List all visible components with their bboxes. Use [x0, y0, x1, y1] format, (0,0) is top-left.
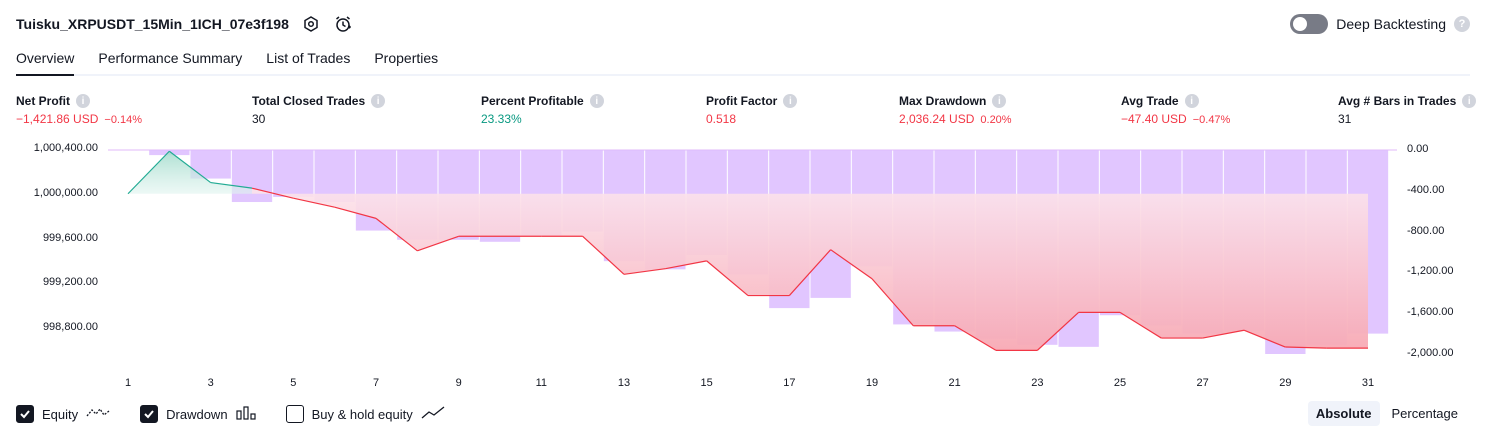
deep-backtesting-toggle[interactable] [1290, 14, 1329, 34]
help-icon[interactable]: ? [1454, 16, 1470, 32]
x-axis-tick: 31 [1361, 377, 1375, 389]
x-axis-tick: 21 [948, 377, 961, 389]
buy-hold-checkbox[interactable] [285, 405, 304, 423]
drawdown-axis-tick: -400.00 [1407, 183, 1445, 196]
legend-buy-hold[interactable]: Buy & hold equity [285, 405, 445, 423]
x-axis-tick: 25 [1113, 377, 1127, 389]
x-axis-tick: 11 [535, 377, 548, 389]
drawdown-bar [231, 150, 273, 203]
info-icon[interactable]: i [589, 94, 604, 108]
x-axis-tick: 17 [783, 377, 796, 389]
stat-label: Max Drawdown [899, 94, 987, 108]
equity-checkbox[interactable] [16, 405, 34, 423]
stat-value: 2,036.24 USD [899, 112, 975, 126]
equity-drawdown-chart [108, 149, 1397, 354]
legend-label: Drawdown [166, 406, 228, 422]
stat-max-drawdown: Max Drawdown i 2,036.24 USD 0.20% [899, 92, 1012, 126]
drawdown-axis-tick: -1,600.00 [1407, 306, 1454, 319]
equity-axis-tick: 999,600.00 [42, 231, 98, 244]
legend-equity[interactable]: Equity [16, 405, 110, 423]
x-axis-tick: 5 [290, 377, 297, 389]
stat-value: −47.40 USD [1121, 112, 1187, 126]
x-axis-tick: 3 [207, 377, 214, 389]
stat-label: Avg Trade [1121, 94, 1179, 108]
drawdown-bars-icon [235, 405, 256, 423]
stats-row: Net Profit i −1,421.86 USD −0.14% Total Cl… [0, 92, 1486, 132]
stat-label: Avg # Bars in Trades [1338, 94, 1457, 108]
x-axis-tick: 23 [1031, 377, 1044, 389]
info-icon[interactable]: i [992, 94, 1007, 108]
equity-axis-tick: 998,800.00 [42, 321, 98, 333]
strategy-title: Tuisku_XRPUSDT_15Min_1ICH_07e3f198 [16, 16, 289, 32]
equity-loss-area [252, 188, 1368, 351]
drawdown-axis-tick: 0.00 [1407, 143, 1429, 155]
settings-icon[interactable] [301, 14, 321, 34]
legend-drawdown[interactable]: Drawdown [140, 405, 256, 423]
x-axis-tick: 9 [455, 377, 462, 389]
percentage-button[interactable]: Percentage [1384, 401, 1467, 426]
drawdown-checkbox[interactable] [140, 405, 159, 423]
stat-value: 31 [1338, 112, 1352, 126]
x-axis-tick: 15 [700, 377, 713, 389]
stat-total-closed-trades: Total Closed Trades i 30 [252, 92, 386, 126]
stat-profit-factor: Profit Factor i 0.518 [706, 92, 798, 126]
stat-label: Profit Factor [706, 94, 778, 108]
info-icon[interactable]: i [371, 94, 386, 108]
drawdown-axis-tick: -800.00 [1407, 224, 1445, 237]
drawdown-axis-tick: -2,000.00 [1407, 347, 1454, 359]
legend-label: Equity [42, 406, 79, 422]
tab-bar: Overview Performance Summary List of Tra… [16, 44, 1470, 76]
stat-value: −1,421.86 USD [16, 112, 99, 126]
stat-label: Total Closed Trades [252, 94, 366, 108]
stat-label: Net Profit [16, 94, 70, 108]
stat-label: Percent Profitable [481, 94, 584, 108]
stat-percent: −0.47% [1192, 114, 1231, 126]
info-icon[interactable]: i [76, 94, 90, 108]
alarm-clock-icon[interactable] [333, 14, 353, 34]
equity-axis-tick: 1,000,000.00 [33, 186, 98, 199]
stat-net-profit: Net Profit i −1,421.86 USD −0.14% [16, 92, 142, 126]
stat-value: 30 [252, 112, 266, 126]
x-axis-tick: 29 [1279, 377, 1292, 389]
tab-performance-summary[interactable]: Performance Summary [98, 44, 242, 76]
buy-hold-line-icon [421, 405, 445, 423]
stat-value: 23.33% [481, 112, 522, 126]
stat-percent: 0.20% [980, 114, 1012, 126]
x-axis-tick: 19 [865, 377, 879, 389]
tab-list-of-trades[interactable]: List of Trades [266, 44, 350, 76]
x-axis-tick: 27 [1196, 377, 1209, 389]
legend-label: Buy & hold equity [311, 406, 413, 422]
info-icon[interactable]: i [1184, 94, 1199, 108]
strategy-header: Tuisku_XRPUSDT_15Min_1ICH_07e3f198 [16, 12, 353, 36]
tab-overview[interactable]: Overview [16, 44, 75, 76]
drawdown-bar [273, 150, 314, 197]
stat-percent: −0.14% [104, 114, 143, 126]
stat-value: 0.518 [706, 112, 737, 126]
x-axis-tick: 13 [617, 377, 631, 389]
drawdown-axis-tick: -1,200.00 [1407, 265, 1454, 278]
x-axis-tick: 7 [372, 377, 380, 389]
absolute-button[interactable]: Absolute [1307, 401, 1380, 426]
tab-properties[interactable]: Properties [374, 44, 438, 76]
deep-backtesting: Deep Backtesting ? [1290, 13, 1470, 35]
stat-avg-bars: Avg # Bars in Trades i 31 [1338, 92, 1477, 126]
deep-backtesting-label: Deep Backtesting [1336, 16, 1446, 32]
x-axis-tick: 1 [124, 377, 132, 389]
chart-legend: Equity Drawdown Buy & hold equity [16, 403, 445, 425]
info-icon[interactable]: i [783, 94, 798, 108]
info-icon[interactable]: i [1462, 94, 1477, 108]
value-mode-switch: Absolute Percentage [1307, 401, 1467, 426]
equity-axis-tick: 1,000,400.00 [33, 142, 98, 154]
equity-line-icon [86, 406, 110, 423]
equity-axis-tick: 999,200.00 [42, 276, 98, 289]
stat-avg-trade: Avg Trade i −47.40 USD −0.47% [1121, 92, 1230, 126]
stat-percent-profitable: Percent Profitable i 23.33% [481, 92, 604, 126]
